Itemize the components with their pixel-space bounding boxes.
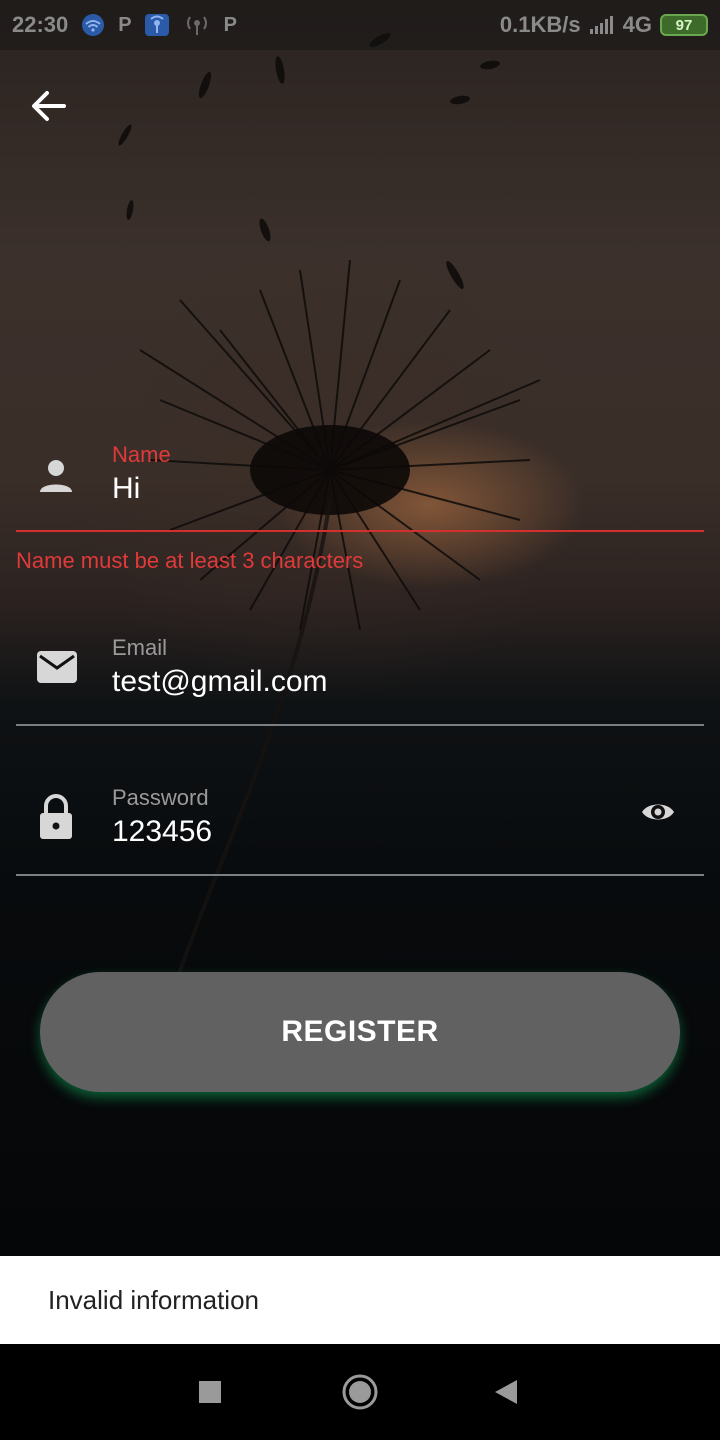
name-input[interactable]: Hi [112,472,140,506]
name-error-text: Name must be at least 3 characters [16,548,364,573]
password-input[interactable]: 123456 [112,815,212,849]
name-field[interactable]: Name Hi [16,430,704,540]
password-visibility-toggle[interactable] [640,799,676,830]
name-label: Name [112,442,171,467]
parking-icon: P [118,13,132,36]
home-button[interactable] [336,1368,384,1416]
hotspot-icon [144,13,170,37]
square-icon [199,1381,221,1403]
snackbar: Invalid information [0,1256,720,1344]
snackbar-message: Invalid information [48,1284,259,1315]
person-icon [36,456,76,501]
name-underline [16,530,704,532]
password-field[interactable]: Password 123456 [16,775,704,880]
eye-icon [642,804,674,820]
mail-icon [36,649,78,690]
recents-button[interactable] [186,1368,234,1416]
email-label: Email [112,635,168,660]
circle-icon [342,1374,378,1410]
password-underline [16,874,704,876]
password-label: Password [112,785,209,810]
register-button[interactable]: REGISTER [40,972,680,1092]
back-button[interactable] [22,82,74,130]
nav-back-button[interactable] [482,1368,530,1416]
triangle-back-icon [495,1380,517,1404]
net-speed: 0.1KB/s [499,12,581,37]
email-input[interactable]: test@gmail.com [112,665,328,699]
email-underline [16,724,704,726]
battery-icon: 97 [660,14,708,36]
status-time: 22:30 [12,12,69,37]
status-bar: 22:30 P P 0.1KB/s 4G 97 [0,0,720,50]
lock-icon [36,793,76,846]
arrow-left-icon [32,91,66,121]
broadcast-icon [182,13,212,37]
wifi-icon [80,14,106,36]
battery-level: 97 [675,16,693,34]
parking-icon: P [223,13,237,36]
system-nav-bar [0,1344,720,1440]
network-type: 4G [622,12,652,37]
signal-icon [589,15,615,35]
email-field[interactable]: Email test@gmail.com [16,625,704,730]
